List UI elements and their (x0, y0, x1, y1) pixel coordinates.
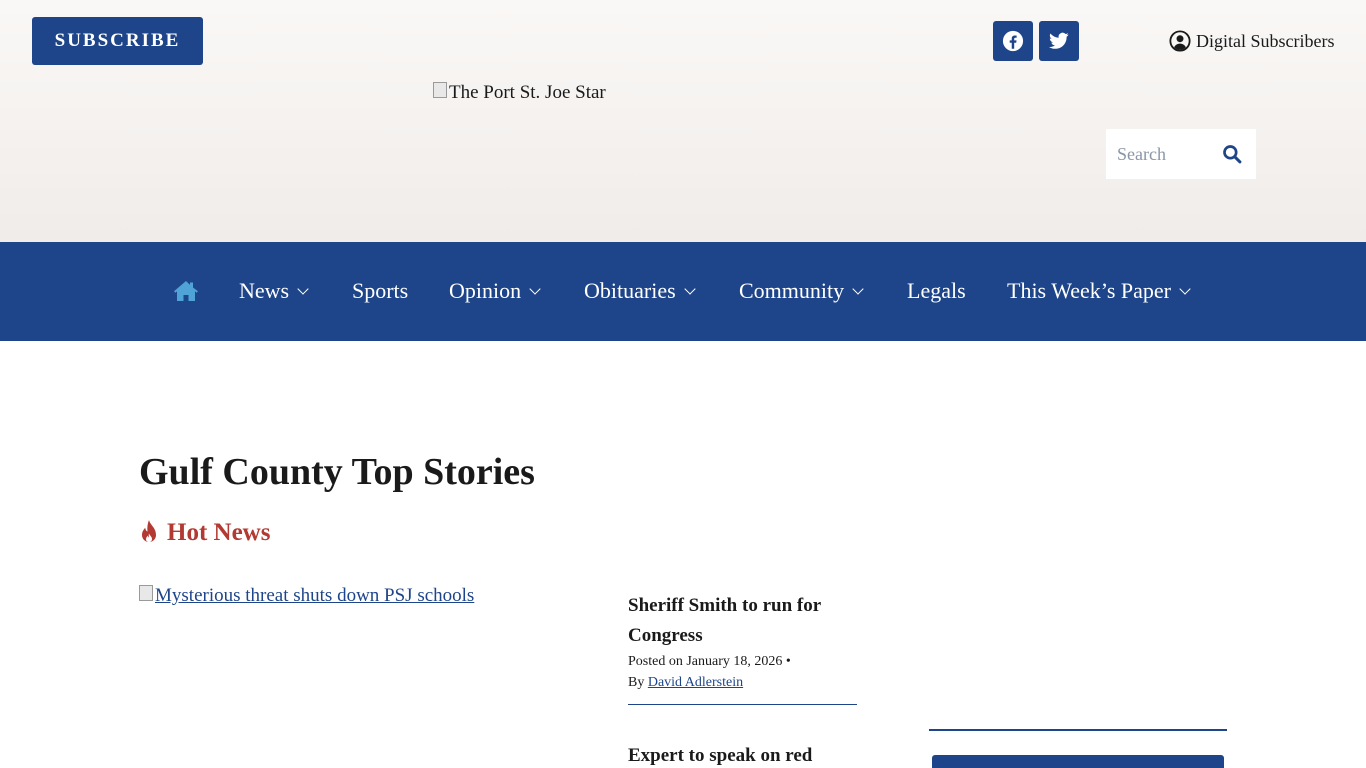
nav-home-link[interactable] (173, 280, 199, 307)
chevron-down-icon (852, 283, 864, 295)
broken-image-icon (139, 585, 153, 601)
digital-subscribers-label: Digital Subscribers (1196, 30, 1335, 51)
facebook-button[interactable] (993, 21, 1033, 61)
story-item: Expert to speak on red (628, 741, 857, 768)
subscribe-button[interactable]: SUBSCRIBE (32, 17, 203, 65)
site-logo[interactable]: The Port St. Joe Star (433, 82, 606, 104)
facebook-icon (1002, 30, 1024, 52)
digital-subscribers-link[interactable]: Digital Subscribers (1169, 29, 1334, 53)
story-item: Sheriff Smith to run for Congress Posted… (628, 591, 857, 705)
story-posted-text: Posted on January 18, 2026 (628, 654, 783, 669)
section-heading-hot-news: Hot News (139, 519, 270, 547)
chevron-down-icon (683, 283, 696, 295)
nav-item-label: This Week’s Paper (1007, 278, 1172, 303)
feature-story-alt-text: Mysterious threat shuts down PSJ schools (155, 585, 475, 606)
site-logo-alt-text: The Port St. Joe Star (449, 82, 606, 103)
home-icon (174, 281, 198, 301)
nav-item-label: Community (739, 278, 845, 303)
byline-prefix: By (628, 675, 645, 690)
nav-item-label: Obituaries (584, 278, 676, 303)
search-icon (1223, 145, 1242, 164)
nav-item-community[interactable]: Community (739, 278, 864, 304)
nav-item-legals[interactable]: Legals (907, 278, 966, 304)
author-link[interactable]: David Adlerstein (648, 675, 743, 690)
search-input[interactable] (1117, 143, 1217, 165)
page-title: Gulf County Top Stories (139, 451, 535, 493)
chevron-down-icon (297, 283, 309, 295)
site-header: SUBSCRIBE Digital Subscribers The Port S… (0, 0, 1366, 242)
nav-item-label: Legals (907, 278, 966, 303)
nav-item-this-weeks-paper[interactable]: This Week’s Paper (1007, 278, 1191, 304)
sidebar-widget-header (932, 755, 1224, 768)
twitter-button[interactable] (1039, 21, 1079, 61)
fire-icon (142, 520, 156, 543)
nav-item-opinion[interactable]: Opinion (449, 278, 541, 304)
chevron-down-icon (1179, 283, 1191, 295)
search-button[interactable] (1222, 144, 1242, 169)
story-posted-date: Posted on January 18, 2026 • (628, 651, 857, 672)
nav-item-obituaries[interactable]: Obituaries (584, 278, 696, 304)
nav-item-label: News (239, 278, 290, 303)
nav-item-label: Opinion (449, 278, 522, 303)
broken-image-icon (433, 82, 447, 98)
nav-item-label: Sports (352, 278, 409, 303)
nav-item-sports[interactable]: Sports (352, 278, 408, 304)
chevron-down-icon (529, 283, 541, 295)
story-byline: By David Adlerstein (628, 672, 857, 693)
sidebar-divider (929, 729, 1227, 731)
nav-item-news[interactable]: News (239, 278, 309, 304)
search-box (1106, 129, 1256, 179)
story-title-link[interactable]: Expert to speak on red (628, 741, 857, 768)
story-title-link[interactable]: Sheriff Smith to run for Congress (628, 591, 857, 651)
meta-separator: • (785, 654, 791, 669)
feature-story-image-link[interactable]: Mysterious threat shuts down PSJ schools (139, 585, 474, 607)
twitter-icon (1049, 32, 1069, 49)
section-heading-label: Hot News (167, 519, 271, 546)
main-nav: News Sports Opinion Obituaries Community… (0, 242, 1366, 341)
user-circle-icon (1169, 30, 1191, 52)
